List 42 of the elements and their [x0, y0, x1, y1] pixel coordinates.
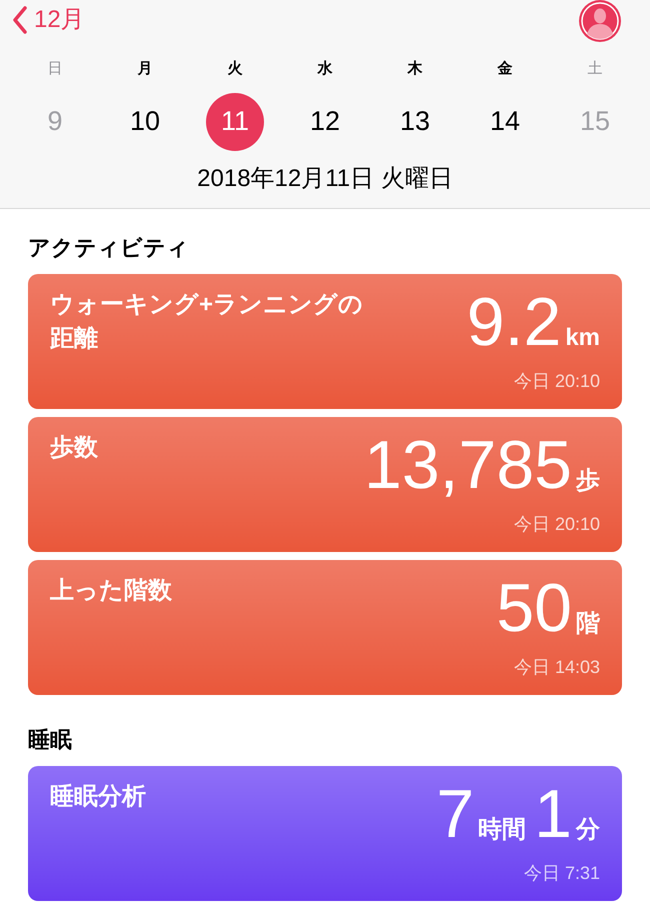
- metric-unit: km: [565, 323, 600, 353]
- metric-card[interactable]: 上った階数 50 階 今日 14:03: [28, 560, 622, 695]
- metric-value: 13,785: [364, 426, 572, 505]
- date-title: 2018年12月11日 火曜日: [197, 164, 453, 194]
- timestamp: 今日 14:03: [514, 656, 600, 679]
- timestamp: 今日 20:10: [514, 513, 600, 536]
- section-title: 睡眠: [28, 727, 72, 752]
- metric-value: 50: [496, 569, 572, 648]
- metric-unit: 歩: [576, 466, 600, 496]
- metric-unit: 分: [576, 815, 600, 845]
- timestamp: 今日 20:10: [514, 370, 600, 393]
- metric-card[interactable]: 睡眠分析 7 時間 1 分 今日 7:31: [28, 766, 622, 901]
- metric-title: 睡眠分析: [50, 782, 146, 812]
- metric-value: 9.2: [466, 283, 562, 362]
- calendar-day[interactable]: 11: [206, 92, 264, 150]
- section-title: アクティビティ: [28, 235, 189, 260]
- weekday-label: 金: [498, 59, 512, 79]
- back-button[interactable]: 12月: [12, 2, 85, 38]
- metric-title: 上った階数: [50, 576, 172, 606]
- metric-title: 歩数: [50, 433, 98, 463]
- metric-card[interactable]: 歩数 13,785 歩 今日 20:10: [28, 417, 622, 552]
- calendar-day[interactable]: 9: [26, 92, 84, 150]
- metric-unit: 時間: [478, 815, 526, 845]
- weekday-label: 火: [228, 59, 242, 79]
- calendar-day[interactable]: 14: [476, 92, 534, 150]
- metric-title: ウォーキング+ランニングの距離: [50, 290, 364, 354]
- metric-unit: 階: [576, 609, 600, 639]
- chevron-left-icon: [12, 6, 28, 34]
- calendar-day[interactable]: 13: [386, 92, 444, 150]
- calendar-day[interactable]: 10: [116, 92, 174, 150]
- profile-icon[interactable]: [578, 0, 622, 43]
- metric-value: 1: [534, 775, 572, 854]
- weekday-label: 日: [48, 59, 62, 79]
- weekday-label: 木: [408, 59, 422, 79]
- weekday-label: 水: [318, 59, 332, 79]
- metric-card[interactable]: ウォーキング+ランニングの距離 9.2 km 今日 20:10: [28, 274, 622, 409]
- weekday-label: 土: [588, 59, 602, 79]
- weekday-label: 月: [138, 59, 152, 79]
- metric-value: 7: [436, 775, 474, 854]
- calendar-day[interactable]: 12: [296, 92, 354, 150]
- timestamp: 今日 7:31: [524, 862, 600, 885]
- calendar-day[interactable]: 15: [566, 92, 624, 150]
